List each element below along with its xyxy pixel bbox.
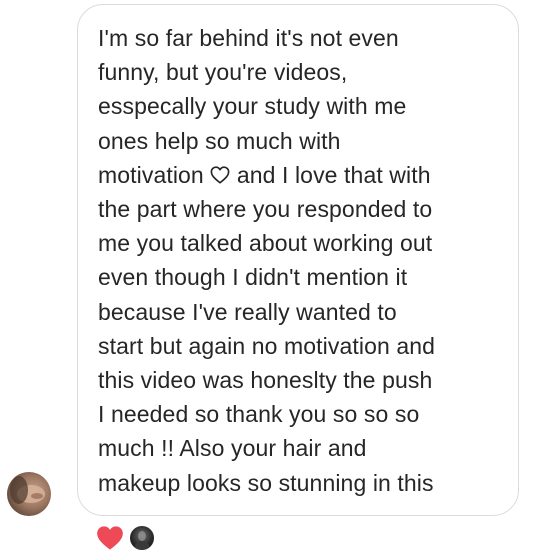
message-line: even though I didn't mention it <box>98 264 408 291</box>
message-line: I needed so thank you so so so <box>98 401 420 428</box>
message-line-suffix: and I love that with <box>236 161 431 188</box>
message-line: start but again no motivation and <box>98 332 436 359</box>
reactor-avatar[interactable] <box>128 524 156 552</box>
message-reactions[interactable] <box>96 524 156 552</box>
heart-outline-icon <box>210 166 230 184</box>
avatar-photo <box>10 476 45 504</box>
sender-avatar[interactable] <box>7 472 51 516</box>
message-line: the part where you responded to <box>98 196 433 223</box>
message-line: because I've really wanted to <box>98 298 397 325</box>
message-bubble[interactable]: I'm so far behind it's not even funny, b… <box>77 4 519 516</box>
message-line-prefix: motivation <box>98 161 204 188</box>
message-line: this video was honeslty the push <box>98 367 433 394</box>
message-text: I'm so far behind it's not even funny, b… <box>98 21 498 500</box>
heart-filled-icon[interactable] <box>96 525 124 551</box>
dm-thread: I'm so far behind it's not even funny, b… <box>0 0 560 560</box>
message-line: makeup looks so stunning in this <box>98 469 434 496</box>
message-line: esspecally your study with me <box>98 93 407 120</box>
message-line-with-emoji: motivation and I love that with <box>98 158 498 192</box>
message-line: I'm so far behind it's not even <box>98 25 399 51</box>
message-line: ones help so much with <box>98 127 341 154</box>
message-line: funny, but you're videos, <box>98 59 348 86</box>
message-line: much !! Also your hair and <box>98 435 367 462</box>
reactor-avatar-photo <box>135 531 149 550</box>
message-line: me you talked about working out <box>98 230 433 257</box>
